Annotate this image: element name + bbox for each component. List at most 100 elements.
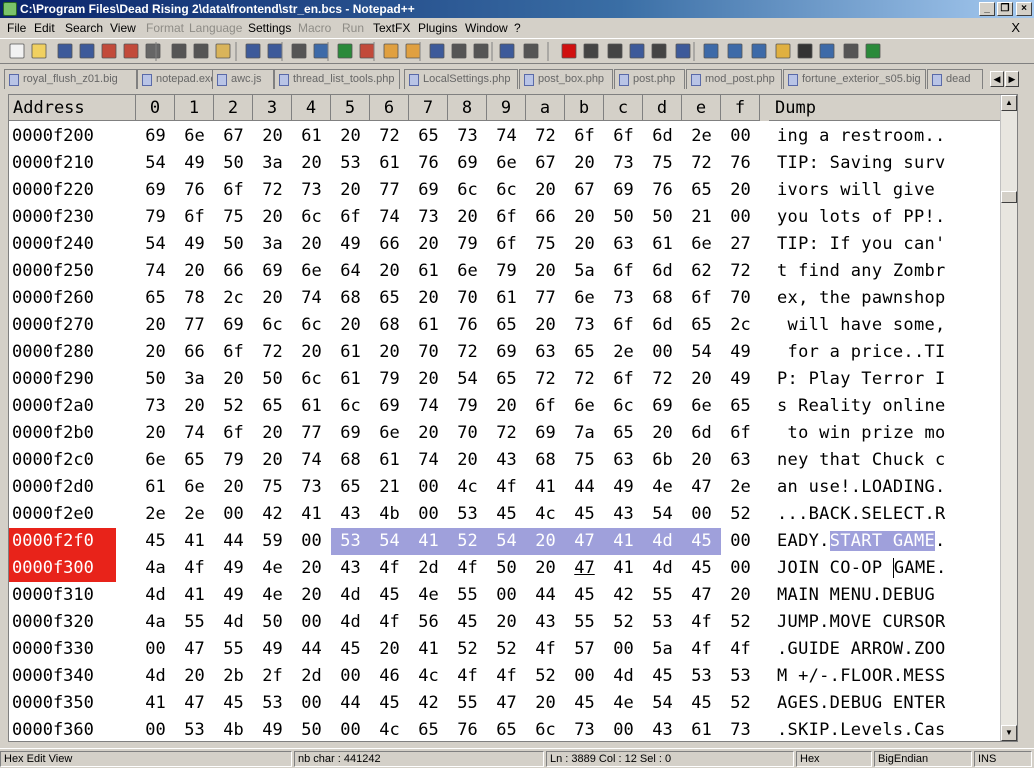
hex-byte[interactable]: 49 bbox=[721, 339, 760, 366]
hex-byte[interactable]: 75 bbox=[214, 204, 253, 231]
hex-byte[interactable]: 75 bbox=[565, 447, 604, 474]
hex-byte[interactable]: 00 bbox=[721, 123, 760, 150]
tab-localsettings[interactable]: LocalSettings.php bbox=[404, 69, 518, 89]
save-icon[interactable] bbox=[57, 43, 73, 59]
hex-byte[interactable]: 43 bbox=[526, 609, 565, 636]
hex-byte[interactable]: 53 bbox=[721, 663, 760, 690]
byte-column-header[interactable]: 1 bbox=[175, 95, 214, 121]
byte-column-header[interactable]: 3 bbox=[253, 95, 292, 121]
tab-post-box[interactable]: post_box.php bbox=[519, 69, 613, 89]
hex-byte[interactable]: 65 bbox=[604, 420, 643, 447]
hex-byte[interactable]: 75 bbox=[526, 231, 565, 258]
hex-byte[interactable]: 5a bbox=[643, 636, 682, 663]
cut-icon[interactable] bbox=[171, 43, 187, 59]
row-address[interactable]: 0000f310 bbox=[9, 582, 116, 609]
hex-byte[interactable]: 20 bbox=[526, 258, 565, 285]
hex-byte[interactable]: 44 bbox=[331, 690, 370, 717]
hex-byte[interactable]: 6f bbox=[604, 258, 643, 285]
hex-byte[interactable]: 6e bbox=[370, 420, 409, 447]
hex-byte[interactable]: 78 bbox=[175, 285, 214, 312]
hex-byte[interactable]: 73 bbox=[448, 123, 487, 150]
hex-byte[interactable]: 27 bbox=[721, 231, 760, 258]
hex-byte[interactable]: 65 bbox=[409, 717, 448, 741]
hex-byte[interactable]: 41 bbox=[292, 501, 331, 528]
hex-byte[interactable]: 6f bbox=[175, 204, 214, 231]
hex-byte[interactable]: 65 bbox=[487, 717, 526, 741]
tab-scroll-right-icon[interactable]: ▶ bbox=[1005, 71, 1019, 87]
hex-byte[interactable]: 55 bbox=[565, 609, 604, 636]
hex-byte[interactable]: 49 bbox=[253, 717, 292, 741]
hex-row[interactable]: 0000f2c0 6e 65 79 20 74 68 61 74 20 43 68 75 63 6b 20 63… bbox=[9, 447, 1001, 474]
tab-thread-list-tools[interactable]: thread_list_tools.php bbox=[274, 69, 400, 89]
hex-byte[interactable]: 6f bbox=[526, 393, 565, 420]
hex-byte[interactable]: 2c bbox=[214, 285, 253, 312]
hex-byte[interactable]: 72 bbox=[370, 123, 409, 150]
hex-byte[interactable]: 44 bbox=[565, 474, 604, 501]
hex-byte[interactable]: 4c bbox=[409, 663, 448, 690]
hex-byte[interactable]: 4c bbox=[526, 501, 565, 528]
hex-byte[interactable]: 4e bbox=[604, 690, 643, 717]
hex-byte[interactable]: 52 bbox=[721, 690, 760, 717]
hex-byte[interactable]: 69 bbox=[370, 393, 409, 420]
hex-byte[interactable]: 49 bbox=[214, 555, 253, 582]
hex-byte[interactable]: 00 bbox=[643, 339, 682, 366]
hex-byte[interactable]: 6e bbox=[682, 393, 721, 420]
hex-byte[interactable]: 20 bbox=[136, 312, 175, 339]
hex-byte[interactable]: 77 bbox=[175, 312, 214, 339]
hex-byte[interactable]: 20 bbox=[409, 285, 448, 312]
hex-byte[interactable]: 69 bbox=[526, 420, 565, 447]
hex-byte[interactable]: 69 bbox=[487, 339, 526, 366]
hex-byte[interactable]: 43 bbox=[331, 555, 370, 582]
hex-row[interactable]: 0000f210 54 49 50 3a 20 53 61 76 69 6e 67 20 73 75 72 76… bbox=[9, 150, 1001, 177]
hex-byte[interactable]: 4d bbox=[331, 609, 370, 636]
hex-byte[interactable]: 72 bbox=[448, 339, 487, 366]
all-chars-icon[interactable] bbox=[451, 43, 467, 59]
hex-byte[interactable]: 61 bbox=[292, 123, 331, 150]
hex-byte[interactable]: 72 bbox=[253, 339, 292, 366]
hex-row[interactable]: 0000f2a0 73 20 52 65 61 6c 69 74 79 20 6f 6e 6c 69 6e 65… bbox=[9, 393, 1001, 420]
byte-column-header[interactable]: 4 bbox=[292, 95, 331, 121]
hex-byte[interactable]: 70 bbox=[409, 339, 448, 366]
copy-icon[interactable] bbox=[193, 43, 209, 59]
hex-byte[interactable]: 68 bbox=[331, 447, 370, 474]
menu-textfx[interactable]: TextFX bbox=[373, 21, 410, 35]
hex-byte[interactable]: 6e bbox=[175, 123, 214, 150]
hex-byte[interactable]: 72 bbox=[487, 420, 526, 447]
hex-row[interactable]: 0000f300 4a 4f 49 4e 20 43 4f 2d 4f 50 20 47 41 4d 45 00… bbox=[9, 555, 1001, 582]
hex-byte[interactable]: 6f bbox=[331, 204, 370, 231]
hex-byte[interactable]: 20 bbox=[292, 555, 331, 582]
close-all-icon[interactable] bbox=[123, 43, 139, 59]
hex-byte[interactable]: 20 bbox=[487, 393, 526, 420]
hex-byte[interactable]: 45 bbox=[565, 501, 604, 528]
hex-byte[interactable]: 53 bbox=[448, 501, 487, 528]
hex-byte[interactable]: 20 bbox=[370, 258, 409, 285]
hex-byte[interactable]: 6f bbox=[604, 123, 643, 150]
hex-byte[interactable]: 56 bbox=[409, 609, 448, 636]
row-address[interactable]: 0000f2c0 bbox=[9, 447, 116, 474]
hex-byte[interactable]: 00 bbox=[487, 582, 526, 609]
hex-byte[interactable]: 6d bbox=[643, 258, 682, 285]
hex-byte[interactable]: 20 bbox=[214, 474, 253, 501]
hex-byte[interactable]: 2d bbox=[409, 555, 448, 582]
open-file-icon[interactable] bbox=[31, 43, 47, 59]
byte-column-header[interactable]: b bbox=[565, 95, 604, 121]
hex-byte[interactable]: 53 bbox=[643, 609, 682, 636]
hex-byte[interactable]: 72 bbox=[253, 177, 292, 204]
hex-byte[interactable]: 20 bbox=[331, 312, 370, 339]
hex-byte[interactable]: 4d bbox=[136, 663, 175, 690]
hex-byte[interactable]: 53 bbox=[253, 690, 292, 717]
hex-byte[interactable]: 6e bbox=[136, 447, 175, 474]
hex-byte[interactable]: 4f bbox=[682, 636, 721, 663]
hex-byte[interactable]: 4f bbox=[682, 609, 721, 636]
undo-icon[interactable] bbox=[245, 43, 261, 59]
menu-edit[interactable]: Edit bbox=[34, 21, 55, 35]
hex-byte[interactable]: 2d bbox=[292, 663, 331, 690]
menu-search[interactable]: Search bbox=[65, 21, 103, 35]
hex-byte[interactable]: 61 bbox=[292, 393, 331, 420]
hex-byte[interactable]: 50 bbox=[604, 204, 643, 231]
hex-byte[interactable]: 41 bbox=[409, 636, 448, 663]
hex-byte[interactable]: 6f bbox=[214, 177, 253, 204]
row-dump-text[interactable]: ...BACK.SELECT.R bbox=[777, 501, 999, 528]
hex-byte[interactable]: 65 bbox=[136, 285, 175, 312]
hex-byte[interactable]: 7a bbox=[565, 420, 604, 447]
